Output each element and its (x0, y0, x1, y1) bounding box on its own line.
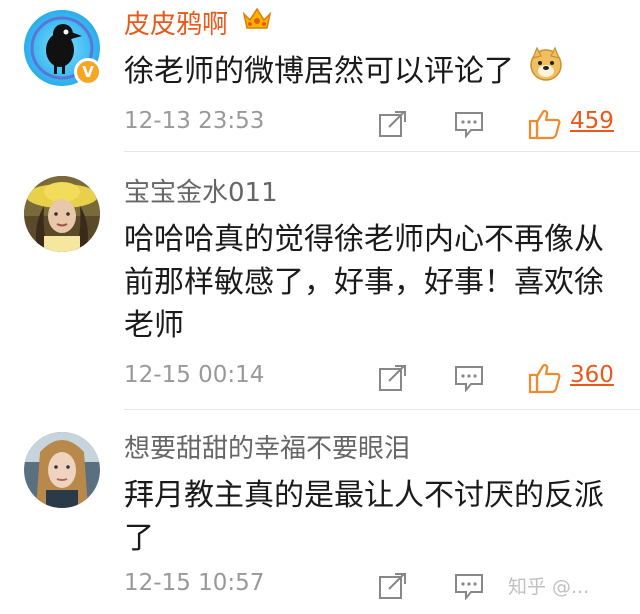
verified-badge-icon: V (74, 58, 102, 86)
comment-text-content: 拜月教主真的是最让人不讨厌的反派了 (124, 478, 604, 556)
avatar[interactable] (24, 432, 100, 508)
share-button[interactable] (378, 110, 408, 138)
timestamp: 12-15 10:57 (124, 570, 265, 596)
crown-icon (242, 6, 272, 41)
comment-footer: 12-13 23:53 459 (124, 106, 640, 142)
comment-item-2: 宝宝金水011 哈哈哈真的觉得徐老师内心不再像从前那样敏感了，好事，好事！喜欢徐… (0, 152, 640, 410)
comment-button[interactable] (454, 572, 484, 601)
comment-icon (455, 112, 483, 139)
comment-text: 拜月教主真的是最让人不讨厌的反派了 (124, 474, 614, 560)
comment-footer: 12-15 00:14 360 (124, 360, 640, 396)
doge-emoji-icon (528, 46, 564, 94)
comment-button[interactable] (454, 364, 484, 393)
timestamp: 12-15 00:14 (124, 362, 265, 388)
avatar[interactable] (24, 176, 100, 252)
share-icon (379, 111, 406, 137)
comment-button[interactable] (454, 110, 484, 139)
watermark: 知乎 @... (508, 576, 590, 598)
comment-text: 徐老师的微博居然可以评论了 (124, 46, 614, 94)
comment-text-content: 徐老师的微博居然可以评论了 (124, 54, 514, 89)
thumbs-up-icon (528, 109, 561, 140)
like-count: 459 (570, 108, 614, 134)
share-button[interactable] (378, 364, 408, 392)
comment-item-1: V 皮皮鸦啊 徐老师的微博居然可以评论了 12-13 23:53 459 (0, 0, 640, 152)
username[interactable]: 想要甜甜的幸福不要眼泪 (124, 432, 410, 466)
share-icon (379, 573, 406, 599)
username-text: 皮皮鸦啊 (124, 10, 229, 40)
timestamp: 12-13 23:53 (124, 108, 265, 134)
like-count: 360 (570, 362, 614, 388)
comment-icon (455, 366, 483, 393)
thumbs-up-icon (528, 363, 561, 394)
username[interactable]: 宝宝金水011 (124, 176, 278, 210)
comment-icon (455, 574, 483, 601)
username[interactable]: 皮皮鸦啊 (124, 6, 272, 42)
share-button[interactable] (378, 572, 408, 600)
username-text: 想要甜甜的幸福不要眼泪 (124, 434, 411, 464)
username-text: 宝宝金水011 (124, 178, 278, 208)
comment-text-content: 哈哈哈真的觉得徐老师内心不再像从前那样敏感了，好事，好事！喜欢徐老师 (124, 222, 604, 343)
share-icon (379, 365, 406, 391)
comment-text: 哈哈哈真的觉得徐老师内心不再像从前那样敏感了，好事，好事！喜欢徐老师 (124, 218, 614, 347)
